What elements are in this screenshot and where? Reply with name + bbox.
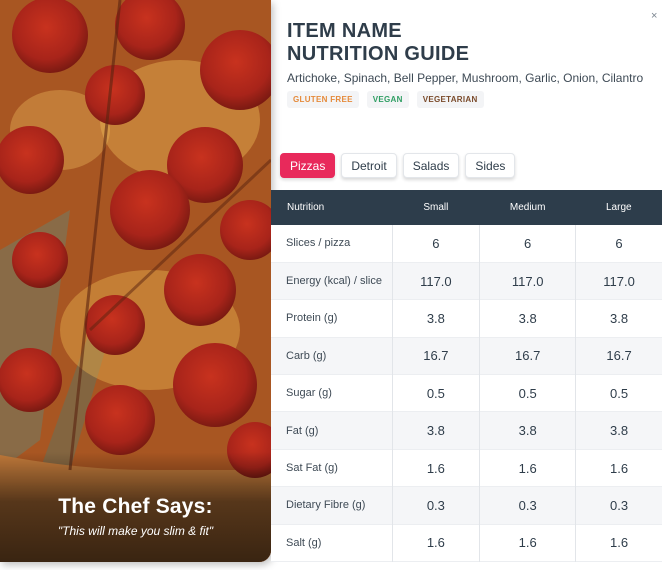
cell-medium: 117.0 [479,262,576,300]
tag-vegetarian: VEGETARIAN [416,91,484,108]
cell-medium: 0.3 [479,486,576,525]
cell-large: 16.7 [575,337,662,375]
cell-large: 1.6 [575,524,662,562]
cell-small: 0.3 [391,486,480,525]
chef-says-title: The Chef Says: [58,495,213,518]
cell-small: 0.5 [391,374,480,412]
header-medium: Medium [509,202,546,213]
cell-large: 1.6 [575,449,662,487]
header-small: Small [423,202,449,213]
table-row: Slices / pizza 6 6 6 [271,225,662,263]
table-row: Sat Fat (g) 1.6 1.6 1.6 [271,449,662,487]
table-row: Carb (g) 16.7 16.7 16.7 [271,337,662,375]
cell-large: 0.3 [575,486,662,525]
cell-small: 117.0 [391,262,480,300]
menu-tabs: Pizzas Detroit Salads Sides [280,153,516,178]
tab-pizzas[interactable]: Pizzas [280,153,336,178]
table-row: Salt (g) 1.6 1.6 1.6 [271,524,662,562]
row-label: Dietary Fibre (g) [286,499,366,512]
table-row: Protein (g) 3.8 3.8 3.8 [271,299,662,338]
tag-gluten-free: GLUTEN FREE [287,91,359,108]
ingredients-text: Artichoke, Spinach, Bell Pepper, Mushroo… [287,71,644,85]
table-row: Dietary Fibre (g) 0.3 0.3 0.3 [271,486,662,525]
tab-detroit[interactable]: Detroit [341,153,397,178]
row-label: Fat (g) [286,424,319,437]
row-label: Salt (g) [286,536,322,549]
cell-large: 3.8 [575,299,662,338]
cell-medium: 0.5 [479,374,576,412]
row-label: Sat Fat (g) [286,462,338,475]
nutrition-table: Nutrition Small Medium Large Slices / pi… [271,190,662,562]
table-header-row: Nutrition Small Medium Large [271,190,662,225]
cell-medium: 6 [479,225,576,263]
chef-quote: "This will make you slim & fit" [57,524,214,538]
diet-tags: GLUTEN FREE VEGAN VEGETARIAN [287,91,484,108]
tab-sides[interactable]: Sides [465,153,516,178]
cell-small: 1.6 [391,449,480,487]
row-label: Energy (kcal) / slice [286,275,382,288]
cell-small: 16.7 [391,337,480,375]
row-label: Protein (g) [286,312,338,325]
tab-salads[interactable]: Salads [402,153,460,178]
row-label: Carb (g) [286,349,327,362]
page-title: ITEM NAME NUTRITION GUIDE [287,20,469,66]
title-line-1: ITEM NAME [287,20,402,42]
cell-medium: 3.8 [479,299,576,338]
cell-large: 3.8 [575,411,662,450]
cell-large: 0.5 [575,374,662,412]
pizza-image-panel: The Chef Says: "This will make you slim … [0,0,271,562]
cell-small: 3.8 [391,411,480,450]
cell-small: 3.8 [391,299,480,338]
cell-medium: 3.8 [479,411,576,450]
tag-vegan: VEGAN [366,91,409,108]
cell-large: 117.0 [575,262,662,300]
cell-small: 1.6 [391,524,480,562]
cell-medium: 1.6 [479,449,576,487]
close-icon[interactable]: × [651,10,657,22]
table-row: Energy (kcal) / slice 117.0 117.0 117.0 [271,262,662,300]
header-large: Large [606,202,632,213]
table-row: Fat (g) 3.8 3.8 3.8 [271,411,662,450]
header-nutrition: Nutrition [287,202,325,213]
cell-small: 6 [391,225,480,263]
table-row: Sugar (g) 0.5 0.5 0.5 [271,374,662,412]
cell-medium: 1.6 [479,524,576,562]
cell-medium: 16.7 [479,337,576,375]
row-label: Sugar (g) [286,387,332,400]
title-line-2: NUTRITION GUIDE [287,43,470,65]
row-label: Slices / pizza [286,237,351,250]
cell-large: 6 [575,225,662,263]
